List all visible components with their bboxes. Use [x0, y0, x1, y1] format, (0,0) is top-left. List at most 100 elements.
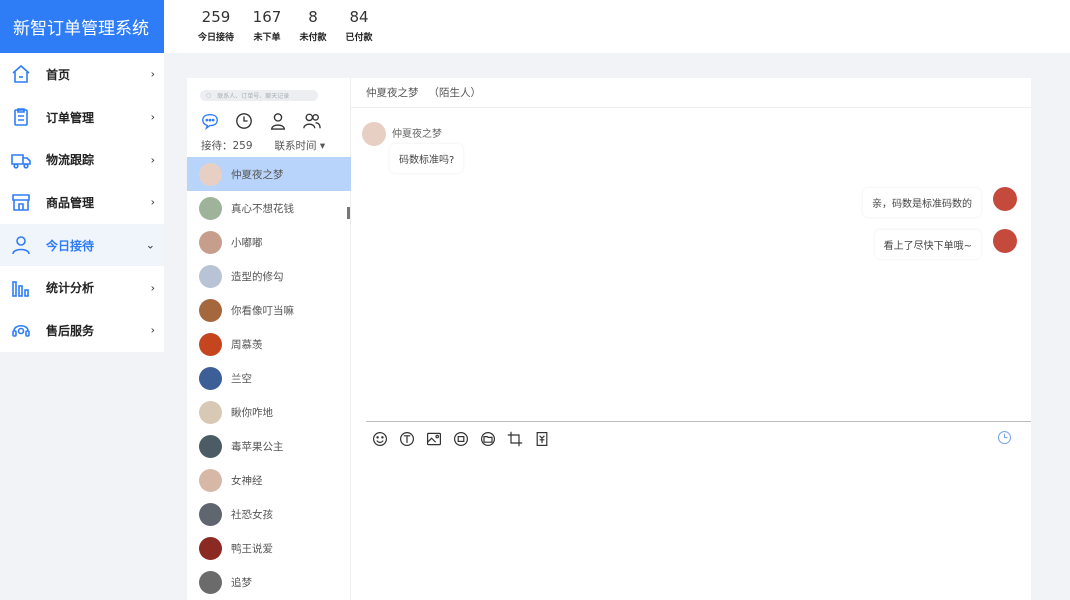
contact-name: 你看像叮当嘛: [231, 304, 294, 317]
sidebar-item-label: 物流跟踪: [46, 153, 95, 168]
stat-label: 未付款: [299, 33, 327, 43]
input-divider: [366, 421, 1031, 422]
chevron-right-icon: ›: [150, 195, 155, 209]
list-item[interactable]: 你看像叮当嘛: [187, 293, 351, 327]
contact-name: 鸭王说爱: [231, 542, 273, 555]
list-item[interactable]: 追梦: [187, 565, 351, 599]
list-item[interactable]: 瞅你咋地: [187, 395, 351, 429]
stat-label: 已付款: [345, 33, 373, 43]
chat-tag: （陌生人）: [428, 87, 482, 99]
stat-not-ordered: 167 未下单: [242, 8, 292, 43]
message-bubble: 亲，码数是标准码数的: [863, 188, 981, 217]
list-item[interactable]: 周慕羡: [187, 327, 351, 361]
contact-name: 追梦: [231, 576, 252, 589]
stats-bar: 259 今日接待 167 未下单 8 未付款 84 已付款: [164, 0, 1070, 53]
crop-icon[interactable]: [506, 430, 523, 447]
history-icon[interactable]: [997, 430, 1013, 446]
chevron-right-icon: ›: [150, 153, 155, 167]
clock-icon[interactable]: [234, 111, 254, 131]
app-title: 新智订单管理系统: [0, 0, 164, 53]
list-item[interactable]: 女神经: [187, 463, 351, 497]
bar-chart-icon: [11, 278, 31, 298]
stat-paid: 84 已付款: [334, 8, 384, 43]
contact-name: 真心不想花钱: [231, 202, 294, 215]
list-item[interactable]: 毒苹果公主: [187, 429, 351, 463]
chat-panel: ○ 联系人、订单号、聊天记录 接待：259 联系时间 ▾ 仲夏夜之梦真心不想花钱…: [187, 78, 1031, 600]
scrollbar[interactable]: [347, 207, 350, 219]
contact-list-panel: ○ 联系人、订单号、聊天记录 接待：259 联系时间 ▾ 仲夏夜之梦真心不想花钱…: [187, 78, 351, 600]
sidebar-item-label: 统计分析: [46, 281, 95, 296]
home-icon: [11, 64, 31, 84]
list-item[interactable]: 兰空: [187, 361, 351, 395]
avatar: [199, 332, 222, 356]
video-icon[interactable]: [452, 430, 469, 447]
image-icon[interactable]: [425, 430, 442, 447]
avatar[interactable]: [993, 229, 1017, 253]
list-item[interactable]: 造型的修勾: [187, 259, 351, 293]
chat-toolbar: [371, 430, 550, 447]
sort-dropdown[interactable]: 联系时间 ▾: [275, 138, 326, 153]
stat-unpaid: 8 未付款: [288, 8, 338, 43]
contact-name: 兰空: [231, 372, 252, 385]
list-item[interactable]: 社恐女孩: [187, 497, 351, 531]
contact-name: 瞅你咋地: [231, 406, 273, 419]
contact-name: 造型的修勾: [231, 270, 284, 283]
avatar: [199, 264, 222, 288]
avatar: [199, 196, 222, 220]
sidebar-item-logistics[interactable]: 物流跟踪 ›: [0, 138, 164, 181]
emoji-icon[interactable]: [371, 430, 388, 447]
avatar: [199, 468, 222, 492]
list-item[interactable]: 仲夏夜之梦: [187, 157, 351, 191]
avatar: [199, 162, 222, 186]
store-icon: [11, 192, 31, 212]
text-icon[interactable]: [398, 430, 415, 447]
sidebar-item-products[interactable]: 商品管理 ›: [0, 181, 164, 224]
chevron-right-icon: ›: [150, 323, 155, 337]
contact-list: 仲夏夜之梦真心不想花钱 小嘟嘟造型的修勾你看像叮当嘛周慕羡兰空瞅你咋地毒苹果公主女…: [187, 157, 351, 599]
list-item[interactable]: 真心不想花钱: [187, 191, 351, 225]
chat-header: 仲夏夜之梦 （陌生人）: [351, 78, 1031, 108]
contact-name: 毒苹果公主: [231, 440, 284, 453]
avatar: [199, 570, 222, 594]
stat-label: 未下单: [253, 33, 281, 43]
sidebar-item-after-sales[interactable]: 售后服务 ›: [0, 309, 164, 352]
avatar[interactable]: [993, 187, 1017, 211]
sidebar-item-orders[interactable]: 订单管理 ›: [0, 96, 164, 139]
contact-name: 小嘟嘟: [231, 236, 263, 249]
chat-bubble-icon[interactable]: [200, 111, 220, 131]
truck-icon: [11, 150, 31, 170]
person-icon[interactable]: [268, 111, 288, 131]
coupon-icon[interactable]: [533, 430, 550, 447]
avatar: [199, 434, 222, 458]
folder-icon[interactable]: [479, 430, 496, 447]
avatar[interactable]: [362, 122, 386, 146]
avatar: [199, 502, 222, 526]
stat-value: 259: [201, 8, 231, 26]
chevron-right-icon: ›: [150, 110, 155, 124]
sidebar: 首页 › 订单管理 › 物流跟踪 › 商品管理 › 今日接待 ⌄ 统计分析 › …: [0, 53, 164, 352]
sidebar-item-home[interactable]: 首页 ›: [0, 53, 164, 96]
reception-meta: 接待：259 联系时间 ▾: [201, 138, 325, 153]
chevron-right-icon: ›: [150, 67, 155, 81]
chat-title: 仲夏夜之梦: [366, 87, 419, 99]
chevron-down-icon: ⌄: [145, 238, 155, 252]
message-bubble: 码数标准吗?: [390, 144, 464, 173]
search-icon: ○: [206, 92, 212, 99]
search-input[interactable]: ○ 联系人、订单号、聊天记录: [200, 90, 318, 101]
sender-name: 仲夏夜之梦: [392, 129, 442, 140]
user-icon: [11, 235, 31, 255]
contact-name: 女神经: [231, 474, 263, 487]
list-item[interactable]: 鸭王说爱: [187, 531, 351, 565]
list-item[interactable]: 小嘟嘟: [187, 225, 351, 259]
stat-value: 8: [308, 8, 318, 26]
sidebar-item-label: 商品管理: [46, 195, 95, 210]
chevron-right-icon: ›: [150, 281, 155, 295]
group-icon[interactable]: [302, 111, 322, 131]
sidebar-item-today-reception[interactable]: 今日接待 ⌄: [0, 223, 164, 267]
sidebar-item-statistics[interactable]: 统计分析 ›: [0, 266, 164, 309]
avatar: [199, 366, 222, 390]
headset-icon: [11, 320, 31, 340]
contact-name: 社恐女孩: [231, 508, 273, 521]
stat-value: 167: [252, 8, 282, 26]
sidebar-item-label: 首页: [46, 67, 71, 82]
